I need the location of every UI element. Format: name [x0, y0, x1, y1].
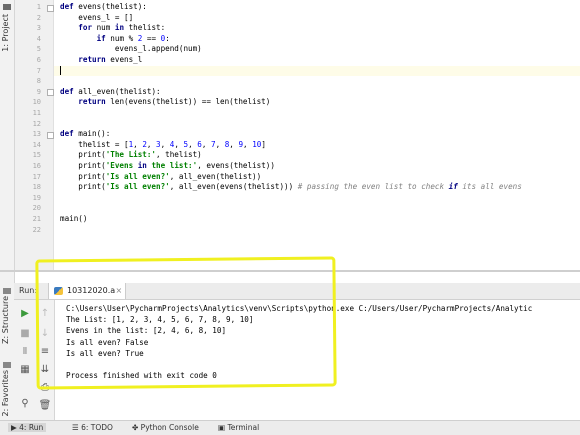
- favorites-icon: [3, 362, 11, 368]
- todo-tool-button[interactable]: ☰ 6: TODO: [72, 423, 113, 432]
- left-tool-strip: 1: Project Z: Structure 2: Favorites: [0, 0, 15, 420]
- code-line[interactable]: def all_even(thelist):: [54, 87, 580, 98]
- code-line[interactable]: def evens(thelist):: [54, 2, 580, 13]
- line-number: 1: [36, 3, 41, 11]
- structure-tab[interactable]: Z: Structure: [1, 296, 10, 344]
- line-number: 2: [36, 13, 41, 22]
- fold-marker-icon[interactable]: [47, 89, 54, 97]
- code-line[interactable]: return evens_l: [54, 55, 580, 66]
- code-line[interactable]: for num in thelist:: [54, 23, 580, 34]
- terminal-label: Terminal: [227, 423, 260, 432]
- code-line[interactable]: return len(evens(thelist)) == len(thelis…: [54, 97, 580, 108]
- structure-icon: [3, 288, 11, 294]
- project-tab[interactable]: 1: Project: [1, 14, 10, 52]
- pin-icon[interactable]: ⚲: [18, 396, 32, 410]
- line-number: 10: [32, 98, 41, 107]
- trash-icon[interactable]: 🗑: [38, 398, 52, 412]
- code-line[interactable]: main(): [54, 214, 580, 225]
- line-number: 17: [32, 172, 41, 181]
- code-line[interactable]: [54, 119, 580, 130]
- code-line[interactable]: thelist = [1, 2, 3, 4, 5, 6, 7, 8, 9, 10…: [54, 140, 580, 151]
- line-number: 5: [36, 45, 41, 54]
- code-line[interactable]: print('Is all even?', all_even(thelist)): [54, 172, 580, 183]
- text-caret: [60, 66, 61, 76]
- code-line[interactable]: print('Is all even?', all_even(evens(the…: [54, 182, 580, 193]
- code-line[interactable]: print('Evens in the list:', evens(thelis…: [54, 161, 580, 172]
- line-number: 19: [32, 193, 41, 202]
- python-console-label: Python Console: [140, 423, 199, 432]
- todo-tool-label: 6: TODO: [81, 423, 113, 432]
- line-number: 7: [36, 66, 41, 75]
- folder-icon: [3, 4, 11, 10]
- line-number: 15: [32, 151, 41, 160]
- code-line[interactable]: [54, 76, 580, 87]
- line-number: 3: [36, 24, 41, 33]
- python-console-button[interactable]: ✤ Python Console: [132, 423, 199, 432]
- run-tool-label: 4: Run: [19, 423, 44, 432]
- layout-icon[interactable]: ▦: [18, 362, 32, 376]
- line-number: 12: [32, 119, 41, 128]
- line-number: 18: [32, 183, 41, 192]
- bottom-tool-bar: ▶ 4: Run ☰ 6: TODO ✤ Python Console ▣ Te…: [0, 420, 580, 435]
- fold-marker-icon[interactable]: [47, 4, 54, 12]
- line-number: 6: [36, 56, 41, 64]
- terminal-button[interactable]: ▣ Terminal: [218, 423, 259, 432]
- line-number: 13: [32, 130, 41, 139]
- line-number: 20: [32, 204, 41, 213]
- line-number-gutter: 1 2 3 4 5 6 7 8 9 10 11 12 13 14 15 16 17 18 19 20 21 22: [15, 0, 54, 270]
- code-line[interactable]: evens_l.append(num): [54, 44, 580, 55]
- rerun-icon[interactable]: ▶: [18, 306, 32, 320]
- line-number: 22: [32, 225, 41, 234]
- code-editor[interactable]: def evens(thelist): evens_l = [] for num…: [54, 0, 580, 270]
- code-line[interactable]: def main():: [54, 129, 580, 140]
- run-label: Run:: [19, 286, 38, 295]
- code-line[interactable]: evens_l = []: [54, 13, 580, 24]
- line-number: 9: [36, 87, 41, 96]
- line-number: 21: [32, 215, 41, 223]
- code-line[interactable]: [54, 193, 580, 204]
- line-number: 14: [32, 140, 41, 149]
- code-line[interactable]: [54, 203, 580, 214]
- pause-icon[interactable]: Ⅱ: [18, 344, 32, 358]
- favorites-tab[interactable]: 2: Favorites: [1, 370, 10, 416]
- code-line[interactable]: print('The List:', thelist): [54, 150, 580, 161]
- highlight-annotation: [35, 256, 337, 390]
- line-number: 11: [32, 109, 41, 117]
- code-line[interactable]: [54, 225, 580, 236]
- code-line[interactable]: [54, 65, 580, 77]
- stop-icon[interactable]: ■: [18, 326, 32, 340]
- run-tool-button[interactable]: ▶ 4: Run: [8, 423, 47, 432]
- line-number: 8: [36, 77, 41, 86]
- line-number: 16: [32, 162, 41, 170]
- line-number: 4: [36, 34, 41, 43]
- fold-marker-icon[interactable]: [47, 131, 54, 139]
- code-line[interactable]: [54, 108, 580, 119]
- code-line[interactable]: if num % 2 == 0:: [54, 34, 580, 45]
